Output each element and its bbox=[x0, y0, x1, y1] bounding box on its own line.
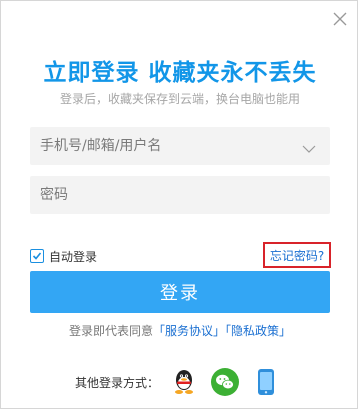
subtitle: 登录后，收藏夹保存到云端，换台电脑也能用 bbox=[59, 92, 300, 106]
wechat-icon[interactable] bbox=[210, 367, 240, 397]
other-login-row: 其他登录方式： bbox=[75, 367, 292, 397]
chevron-down-icon[interactable] bbox=[302, 140, 316, 153]
agreement-text: 登录即代表同意「服务协议」「隐私政策」 bbox=[1, 322, 358, 339]
close-icon[interactable] bbox=[330, 9, 350, 29]
auto-login-label: 自动登录 bbox=[49, 249, 98, 264]
auto-login-checkbox[interactable]: 自动登录 bbox=[30, 247, 97, 265]
password-input[interactable] bbox=[30, 176, 330, 214]
account-field-wrapper bbox=[30, 127, 330, 165]
headline: 立即登录 收藏夹永不丢失 bbox=[43, 60, 317, 86]
qq-icon[interactable] bbox=[169, 367, 199, 397]
checkbox-checked-icon[interactable] bbox=[30, 249, 44, 263]
password-field-wrapper bbox=[30, 176, 330, 214]
service-agreement-link[interactable]: 「服务协议」 bbox=[153, 324, 225, 338]
phone-icon[interactable] bbox=[251, 367, 281, 397]
account-input[interactable] bbox=[30, 127, 330, 165]
login-button[interactable]: 登录 bbox=[30, 271, 330, 313]
other-login-label: 其他登录方式： bbox=[75, 375, 160, 390]
privacy-policy-link[interactable]: 「隐私政策」 bbox=[225, 324, 291, 338]
forgot-password-link[interactable]: 忘记密码? bbox=[263, 242, 331, 268]
login-dialog: 立即登录 收藏夹永不丢失 登录后，收藏夹保存到云端，换台电脑也能用 自动登录 忘… bbox=[0, 0, 358, 409]
agreement-prefix: 登录即代表同意 bbox=[68, 324, 153, 338]
